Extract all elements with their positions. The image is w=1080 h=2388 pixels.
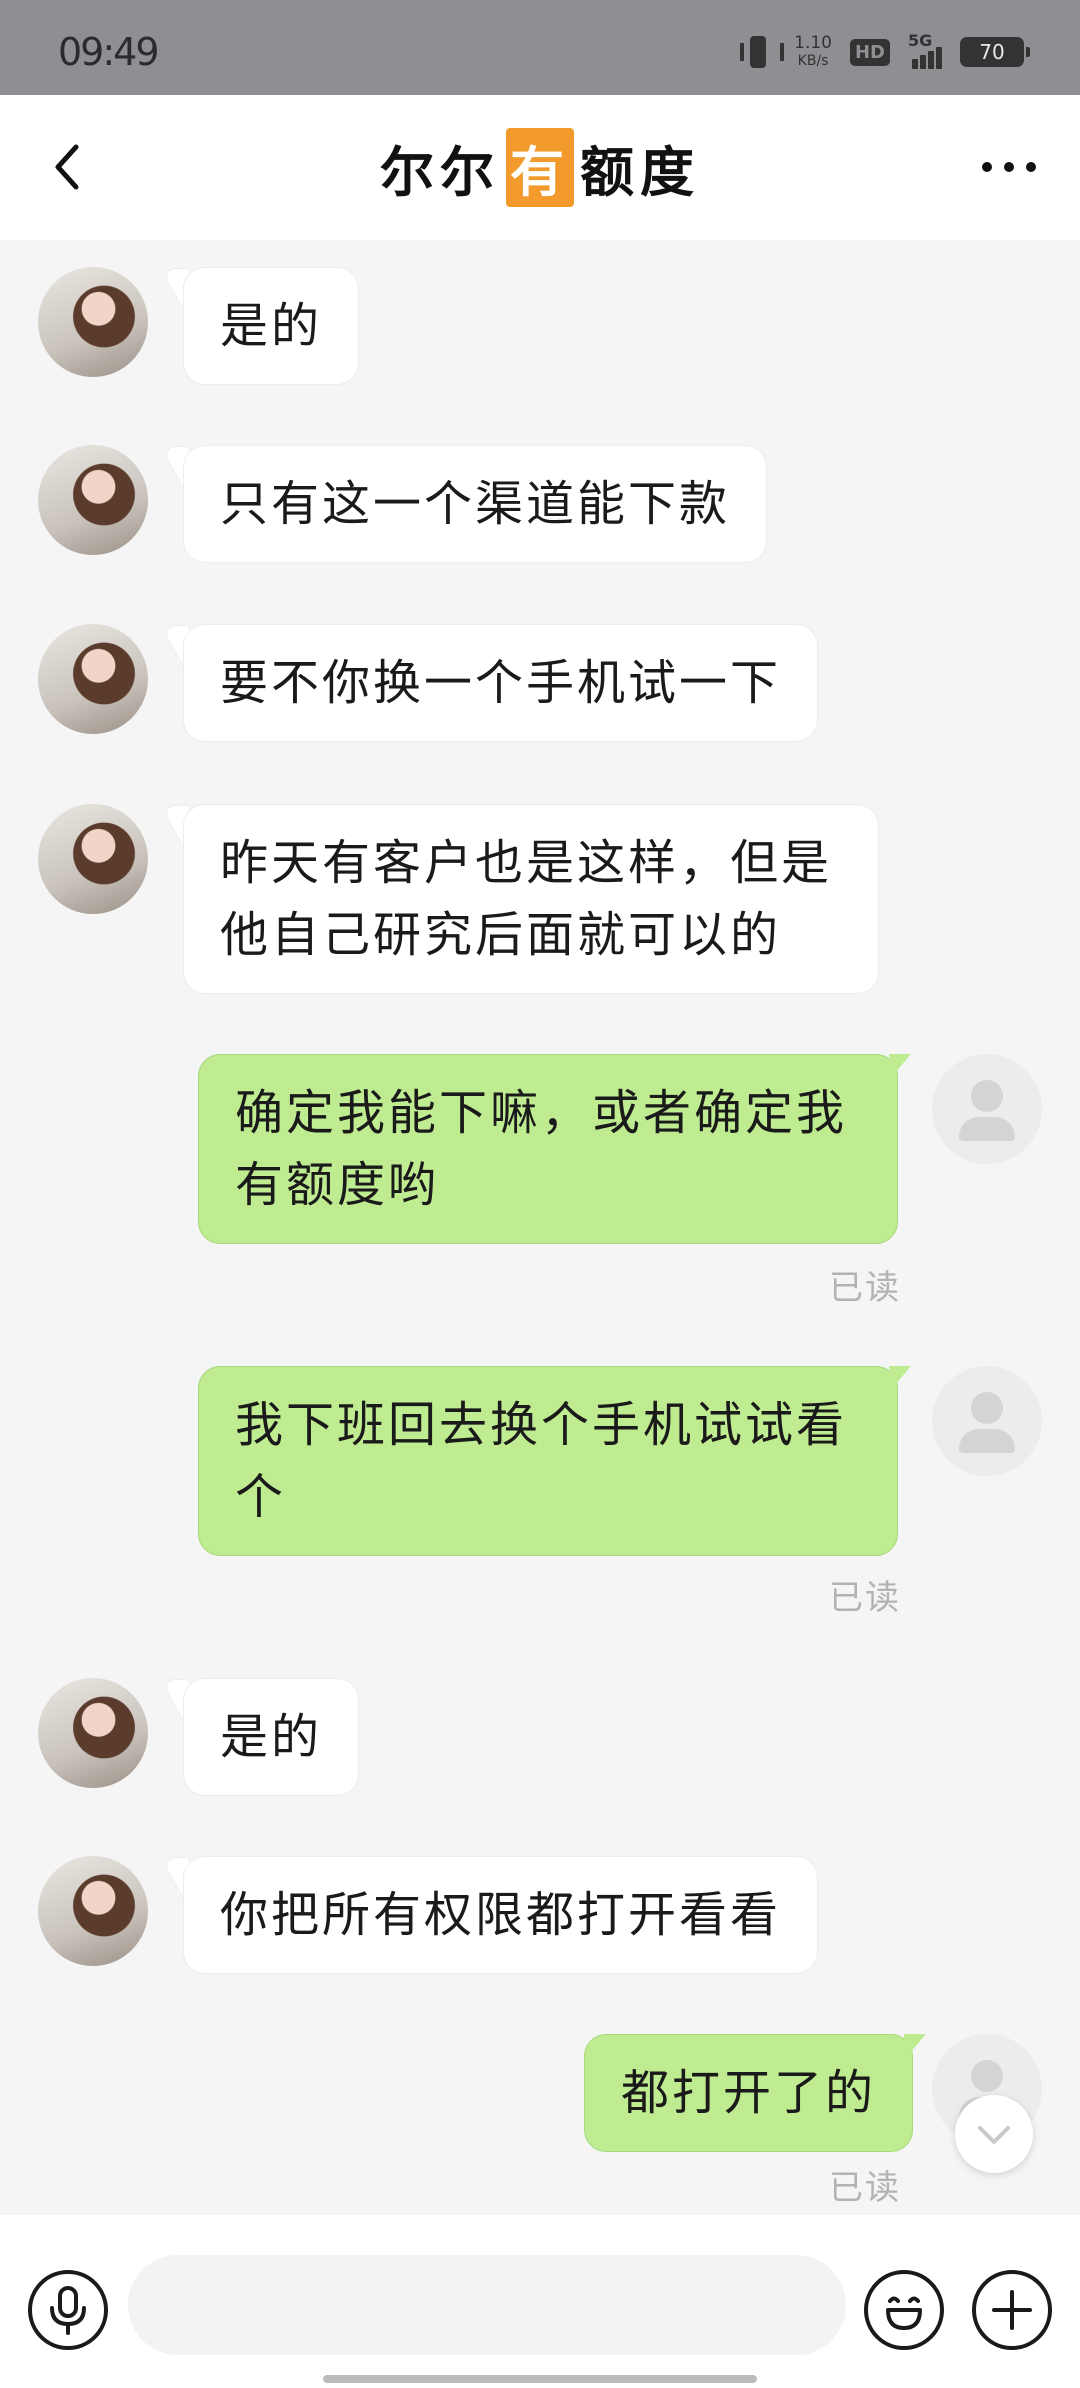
message-bubble-incoming[interactable]: 是的 bbox=[183, 267, 360, 385]
emoji-icon bbox=[886, 2296, 922, 2330]
contact-avatar[interactable] bbox=[38, 445, 148, 555]
message-text: 你把所有权限都打开看看 bbox=[220, 1887, 782, 1943]
message-text: 只有这一个渠道能下款 bbox=[220, 476, 731, 532]
message-text-line: 确定我能下嘛，或者确定我 bbox=[235, 1085, 848, 1141]
network-speed: 1.10 KB/s bbox=[794, 34, 832, 70]
network-type-label: 5G bbox=[908, 31, 933, 50]
chat-title-highlight: 有 bbox=[506, 128, 574, 207]
message-bubble-incoming[interactable]: 昨天有客户也是这样，但是 他自己研究后面就可以的 bbox=[183, 804, 879, 994]
more-dots-icon bbox=[1004, 162, 1014, 172]
microphone-icon bbox=[50, 2286, 86, 2335]
message-bubble-outgoing[interactable]: 都打开了的 bbox=[584, 2034, 927, 2152]
contact-avatar[interactable] bbox=[38, 624, 148, 734]
signal-icon: 5G bbox=[908, 31, 942, 69]
read-receipt: 已读 bbox=[829, 1578, 901, 1618]
vibrate-icon bbox=[740, 36, 785, 68]
message-text: 要不你换一个手机试一下 bbox=[220, 655, 782, 711]
message-text-line: 个 bbox=[235, 1469, 287, 1525]
message-bubble-outgoing[interactable]: 确定我能下嘛，或者确定我 有额度哟 bbox=[198, 1054, 911, 1244]
message-text-line: 我下班回去换个手机试试看 bbox=[235, 1397, 848, 1453]
voice-button[interactable] bbox=[28, 2270, 108, 2350]
read-receipt: 已读 bbox=[829, 2168, 901, 2208]
network-speed-unit: KB/s bbox=[797, 53, 829, 69]
user-avatar[interactable] bbox=[932, 1366, 1042, 1476]
message-bubble-incoming[interactable]: 你把所有权限都打开看看 bbox=[183, 1856, 819, 1974]
signal-bar bbox=[936, 47, 942, 69]
hd-badge: HD bbox=[849, 38, 890, 66]
chevron-left-icon bbox=[55, 144, 79, 190]
chat-header: 尔尔 有 额度 bbox=[0, 95, 1080, 240]
message-text-line: 有额度哟 bbox=[235, 1157, 440, 1213]
status-bar: 09:49 1.10 KB/s HD 5G 70 bbox=[0, 0, 1080, 95]
read-receipt: 已读 bbox=[829, 1268, 901, 1308]
message-text: 都打开了的 bbox=[621, 2065, 877, 2121]
chat-title: 尔尔 有 额度 bbox=[0, 95, 1080, 240]
home-indicator[interactable] bbox=[323, 2375, 757, 2383]
contact-avatar[interactable] bbox=[38, 1678, 148, 1788]
signal-bar bbox=[920, 55, 926, 69]
message-bubble-incoming[interactable]: 只有这一个渠道能下款 bbox=[183, 445, 768, 563]
message-input[interactable] bbox=[128, 2255, 846, 2355]
message-text-line: 他自己研究后面就可以的 bbox=[220, 907, 782, 963]
attach-button[interactable] bbox=[972, 2270, 1052, 2350]
more-button[interactable] bbox=[982, 155, 1036, 179]
more-dots-icon bbox=[1026, 162, 1036, 172]
emoji-button[interactable] bbox=[864, 2270, 944, 2350]
message-bubble-outgoing[interactable]: 我下班回去换个手机试试看 个 bbox=[198, 1366, 911, 1556]
message-text: 是的 bbox=[220, 298, 323, 354]
network-speed-value: 1.10 bbox=[794, 33, 832, 53]
plus-icon bbox=[992, 2290, 1032, 2330]
chat-title-part2: 额度 bbox=[580, 141, 700, 204]
message-bubble-incoming[interactable]: 是的 bbox=[183, 1678, 360, 1796]
contact-avatar[interactable] bbox=[38, 804, 148, 914]
signal-bar bbox=[928, 51, 934, 69]
status-icons: 1.10 KB/s HD 5G 70 bbox=[740, 30, 1030, 74]
contact-avatar[interactable] bbox=[38, 267, 148, 377]
message-text: 是的 bbox=[220, 1709, 323, 1765]
message-text-line: 昨天有客户也是这样，但是 bbox=[220, 835, 833, 891]
chevron-down-icon bbox=[978, 2126, 1010, 2144]
user-avatar[interactable] bbox=[932, 1054, 1042, 1164]
message-bubble-incoming[interactable]: 要不你换一个手机试一下 bbox=[183, 624, 819, 742]
more-dots-icon bbox=[982, 162, 992, 172]
battery-icon: 70 bbox=[960, 37, 1030, 67]
signal-bar bbox=[912, 59, 918, 69]
chat-messages[interactable]: 是的 只有这一个渠道能下款 要不你换一个手机试一下 昨天有客户也是这样，但是 他… bbox=[0, 240, 1080, 2215]
input-bar bbox=[0, 2215, 1080, 2388]
contact-avatar[interactable] bbox=[38, 1856, 148, 1966]
chat-title-part1: 尔尔 bbox=[380, 141, 500, 204]
status-time: 09:49 bbox=[58, 30, 160, 74]
scroll-to-bottom-button[interactable] bbox=[955, 2095, 1033, 2173]
back-button[interactable] bbox=[42, 139, 98, 195]
